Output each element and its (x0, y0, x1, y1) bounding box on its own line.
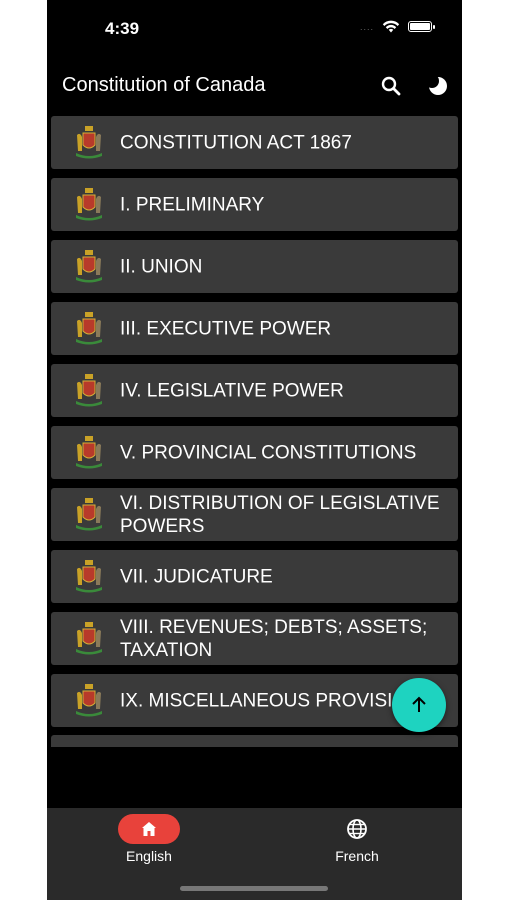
item-label: II. UNION (120, 256, 203, 277)
coat-of-arms-icon (76, 559, 102, 592)
coat-of-arms-icon (76, 249, 102, 282)
home-indicator (180, 886, 328, 891)
item-label: VIII. REVENUES; DEBTS; ASSETS; TAXATION (120, 616, 428, 661)
list-item[interactable]: IV. LEGISLATIVE POWER (51, 364, 458, 417)
scroll-to-top-button[interactable] (392, 678, 446, 732)
list-item[interactable]: II. UNION (51, 240, 458, 293)
list-item[interactable]: VI. DISTRIBUTION OF LEGISLATIVE POWERS (51, 488, 458, 541)
list-item[interactable]: V. PROVINCIAL CONSTITUTIONS (51, 426, 458, 479)
search-button[interactable] (379, 74, 403, 98)
coat-of-arms-icon (76, 373, 102, 406)
item-label: III. EXECUTIVE POWER (120, 318, 332, 339)
status-icons: .... (359, 20, 435, 33)
list-item[interactable]: VII. JUDICATURE (51, 550, 458, 603)
dark-mode-toggle[interactable] (425, 74, 450, 98)
app-bar: Constitution of Canada (47, 62, 462, 108)
item-label: VII. JUDICATURE (120, 566, 273, 587)
list-item[interactable]: III. EXECUTIVE POWER (51, 302, 458, 355)
coat-of-arms-icon (76, 125, 102, 158)
tab-label: English (126, 848, 172, 864)
item-label: CONSTITUTION ACT 1867 (120, 132, 352, 153)
item-label: I. PRELIMINARY (120, 194, 265, 215)
wifi-icon (382, 20, 400, 33)
list-item[interactable]: I. PRELIMINARY (51, 178, 458, 231)
search-icon (381, 76, 401, 96)
coat-of-arms-icon (76, 683, 102, 716)
coat-of-arms-icon (76, 311, 102, 344)
coat-of-arms-icon (76, 435, 102, 468)
list-item[interactable]: CONSTITUTION ACT 1867 (51, 116, 458, 169)
moon-icon (425, 74, 447, 95)
arrow-up-icon (412, 696, 426, 712)
item-label: V. PROVINCIAL CONSTITUTIONS (120, 442, 417, 463)
status-bar: 4:39 .... (47, 0, 462, 58)
coat-of-arms-icon (76, 187, 102, 220)
coat-of-arms-icon (76, 497, 102, 530)
app-title: Constitution of Canada (62, 74, 266, 96)
list-item[interactable]: VIII. REVENUES; DEBTS; ASSETS; TAXATION (51, 612, 458, 665)
signal-icon: .... (359, 21, 374, 32)
list-item-partial[interactable] (51, 735, 458, 747)
chapter-list: CONSTITUTION ACT 1867 I. PRELIMINARY II.… (47, 115, 462, 747)
tab-label: French (335, 848, 379, 864)
item-label: IV. LEGISLATIVE POWER (120, 380, 344, 401)
home-icon (142, 822, 156, 836)
active-tab-indicator (118, 814, 180, 844)
phone-screen: 4:39 .... Constitution of Canada CONSTIT… (47, 0, 462, 900)
globe-icon (347, 819, 367, 839)
coat-of-arms-icon (76, 621, 102, 654)
battery-icon (408, 21, 435, 32)
status-time: 4:39 (105, 19, 140, 38)
tab-english[interactable]: English (89, 814, 209, 864)
tab-french[interactable]: French (297, 814, 417, 864)
item-label: VI. DISTRIBUTION OF LEGISLATIVE POWERS (120, 492, 440, 537)
